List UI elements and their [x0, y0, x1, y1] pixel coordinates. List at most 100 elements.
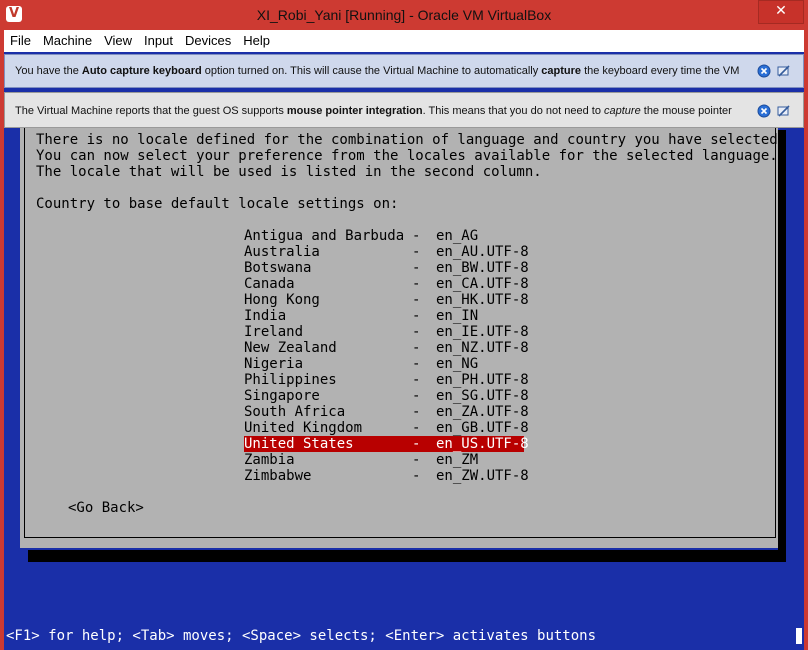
- country-list-item[interactable]: Canada - en_CA.UTF-8: [244, 276, 529, 292]
- country-list[interactable]: Antigua and Barbuda - en_AG Australia - en_AU…: [244, 228, 529, 484]
- separator: -: [412, 308, 421, 324]
- country-list-item[interactable]: India - en_IN: [244, 308, 524, 324]
- country-name: India: [244, 308, 287, 324]
- notice-text: the keyboard every time the VM: [581, 65, 740, 77]
- country-list-item[interactable]: Singapore - en_SG.UTF-8: [244, 388, 529, 404]
- separator: -: [412, 468, 421, 484]
- country-name: Nigeria: [244, 356, 304, 372]
- country-list-item[interactable]: United States - en_US.UTF-8: [244, 436, 529, 452]
- country-list-item[interactable]: Australia - en_AU.UTF-8: [244, 244, 529, 260]
- separator: -: [412, 276, 421, 292]
- do-not-show-again-icon[interactable]: [777, 64, 791, 78]
- separator: -: [412, 404, 421, 420]
- country-name: Zambia: [244, 452, 295, 468]
- notice-text: the mouse pointer: [640, 105, 732, 117]
- locale-code: en_IE.UTF-8: [436, 324, 529, 340]
- locale-code: en_GB.UTF-8: [436, 420, 529, 436]
- window-title: XI_Robi_Yani [Running] - Oracle VM Virtu…: [256, 7, 552, 23]
- menu-help[interactable]: Help: [237, 30, 276, 52]
- country-list-item[interactable]: Botswana - en_BW.UTF-8: [244, 260, 529, 276]
- country-name: Zimbabwe: [244, 468, 312, 484]
- cursor-block: [796, 628, 802, 644]
- notice-bold-text: capture: [541, 65, 582, 77]
- separator: -: [412, 228, 421, 244]
- mouse-integration-message: The Virtual Machine reports that the gue…: [15, 93, 732, 129]
- locale-code: en_US.UTF-8: [436, 436, 529, 452]
- separator: -: [412, 260, 421, 276]
- dialog-prompt: Country to base default locale settings …: [36, 196, 399, 212]
- dialog-shadow-right: [778, 130, 786, 562]
- country-name: United States: [244, 436, 354, 452]
- separator: -: [412, 388, 421, 404]
- country-list-item[interactable]: Antigua and Barbuda - en_AG: [244, 228, 524, 244]
- country-list-item[interactable]: Ireland - en_IE.UTF-8: [244, 324, 529, 340]
- separator: -: [412, 292, 421, 308]
- locale-code: en_IN: [436, 308, 479, 324]
- menu-view[interactable]: View: [98, 30, 138, 52]
- country-name: New Zealand: [244, 340, 337, 356]
- separator: -: [412, 244, 421, 260]
- separator: -: [412, 452, 421, 468]
- separator: -: [412, 356, 421, 372]
- country-list-item[interactable]: South Africa - en_ZA.UTF-8: [244, 404, 529, 420]
- window-title-bar[interactable]: V XI_Robi_Yani [Running] - Oracle VM Vir…: [0, 0, 808, 30]
- separator: -: [412, 340, 421, 356]
- menu-devices[interactable]: Devices: [179, 30, 237, 52]
- notice-bold-text: mouse pointer integration: [286, 105, 423, 117]
- locale-code: en_PH.UTF-8: [436, 372, 529, 388]
- country-list-item[interactable]: New Zealand - en_NZ.UTF-8: [244, 340, 529, 356]
- country-name: Australia: [244, 244, 320, 260]
- separator: -: [412, 436, 421, 452]
- notice-text: option turned on. This will cause the Vi…: [201, 65, 542, 77]
- window-frame-right: [804, 30, 808, 650]
- country-list-item[interactable]: United Kingdom - en_GB.UTF-8: [244, 420, 529, 436]
- country-name: Botswana: [244, 260, 312, 276]
- country-list-item[interactable]: Philippines - en_PH.UTF-8: [244, 372, 529, 388]
- country-list-item[interactable]: Nigeria - en_NG: [244, 356, 524, 372]
- locale-code: en_SG.UTF-8: [436, 388, 529, 404]
- country-name: South Africa: [244, 404, 346, 420]
- notice-italic-text: capture: [604, 105, 641, 117]
- menu-machine[interactable]: Machine: [37, 30, 98, 52]
- menu-file[interactable]: File: [4, 30, 37, 52]
- country-name: Philippines: [244, 372, 337, 388]
- locale-code: en_BW.UTF-8: [436, 260, 529, 276]
- info-close-icon[interactable]: [757, 104, 771, 118]
- locale-code: en_ZW.UTF-8: [436, 468, 529, 484]
- country-list-item[interactable]: Hong Kong - en_HK.UTF-8: [244, 292, 529, 308]
- separator: -: [412, 324, 421, 340]
- separator: -: [412, 372, 421, 388]
- locale-code: en_NZ.UTF-8: [436, 340, 529, 356]
- notice-text: The Virtual Machine reports that the gue…: [15, 105, 287, 117]
- menu-input[interactable]: Input: [138, 30, 179, 52]
- notice-bold-text: Auto capture keyboard: [81, 65, 202, 77]
- dialog-shadow: [28, 550, 786, 562]
- go-back-button[interactable]: <Go Back>: [68, 500, 144, 516]
- info-close-icon[interactable]: [757, 64, 771, 78]
- locale-code: en_AG: [436, 228, 479, 244]
- locale-code: en_HK.UTF-8: [436, 292, 529, 308]
- menu-bar: File Machine View Input Devices Help: [4, 30, 804, 52]
- locale-code: en_ZA.UTF-8: [436, 404, 529, 420]
- dialog-description: There is no locale defined for the combi…: [36, 132, 787, 180]
- country-name: United Kingdom: [244, 420, 363, 436]
- country-list-item[interactable]: Zimbabwe - en_ZW.UTF-8: [244, 468, 529, 484]
- country-list-item[interactable]: Zambia - en_ZM: [244, 452, 524, 468]
- help-footer: <F1> for help; <Tab> moves; <Space> sele…: [6, 628, 597, 644]
- notice-text: . This means that you do not need to: [422, 105, 604, 117]
- mouse-integration-notice: The Virtual Machine reports that the gue…: [4, 92, 804, 128]
- notice-text: You have the: [15, 65, 82, 77]
- country-name: Antigua and Barbuda: [244, 228, 405, 244]
- separator: -: [412, 420, 421, 436]
- locale-code: en_CA.UTF-8: [436, 276, 529, 292]
- country-name: Ireland: [244, 324, 304, 340]
- do-not-show-again-icon[interactable]: [777, 104, 791, 118]
- country-name: Singapore: [244, 388, 320, 404]
- keyboard-capture-notice: You have the Auto capture keyboard optio…: [4, 54, 804, 88]
- locale-code: en_ZM: [436, 452, 479, 468]
- close-button[interactable]: ✕: [758, 0, 804, 24]
- locale-code: en_AU.UTF-8: [436, 244, 529, 260]
- locale-code: en_NG: [436, 356, 479, 372]
- keyboard-capture-message: You have the Auto capture keyboard optio…: [15, 55, 739, 87]
- country-name: Hong Kong: [244, 292, 320, 308]
